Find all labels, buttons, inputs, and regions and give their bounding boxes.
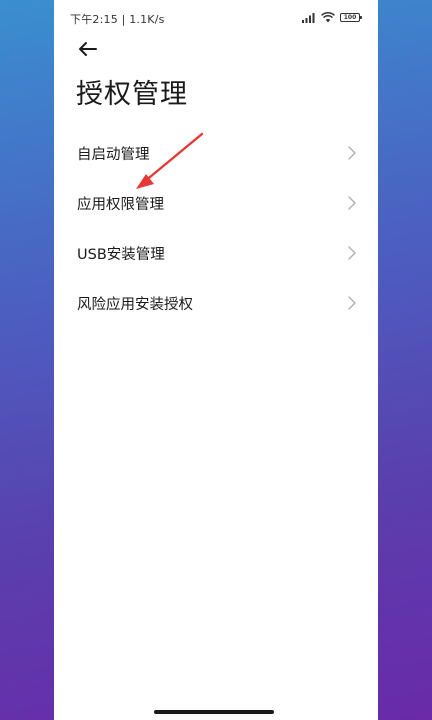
home-indicator[interactable] [154, 710, 274, 714]
menu-item-usb-install[interactable]: USB安装管理 [54, 228, 378, 278]
chevron-right-icon [348, 196, 356, 210]
back-arrow-icon [79, 42, 97, 56]
status-bar: 下午2:15 | 1.1K/s 100 [54, 0, 378, 34]
menu-item-risk-app-install[interactable]: 风险应用安装授权 [54, 278, 378, 328]
battery-icon: 100 [340, 12, 362, 22]
menu-list: 自启动管理 应用权限管理 USB安装管理 风险应用安装授权 [54, 128, 378, 328]
menu-item-label: 自启动管理 [77, 146, 150, 163]
status-icons: 100 [302, 10, 362, 24]
page-title: 授权管理 [76, 79, 188, 110]
menu-item-label: USB安装管理 [77, 246, 165, 263]
battery-level: 100 [343, 13, 357, 21]
menu-item-label: 风险应用安装授权 [77, 296, 193, 313]
chevron-right-icon [348, 296, 356, 310]
menu-item-auto-start[interactable]: 自启动管理 [54, 128, 378, 178]
signal-icon [302, 12, 316, 23]
phone-screen: 下午2:15 | 1.1K/s 100 授权管理 自启动管理 应用权限管理 US… [54, 0, 378, 720]
wifi-icon [321, 11, 335, 23]
menu-item-app-permissions[interactable]: 应用权限管理 [54, 178, 378, 228]
back-button[interactable] [76, 38, 100, 60]
chevron-right-icon [348, 146, 356, 160]
chevron-right-icon [348, 246, 356, 260]
menu-item-label: 应用权限管理 [77, 196, 164, 213]
status-time-speed: 下午2:15 | 1.1K/s [70, 13, 165, 26]
